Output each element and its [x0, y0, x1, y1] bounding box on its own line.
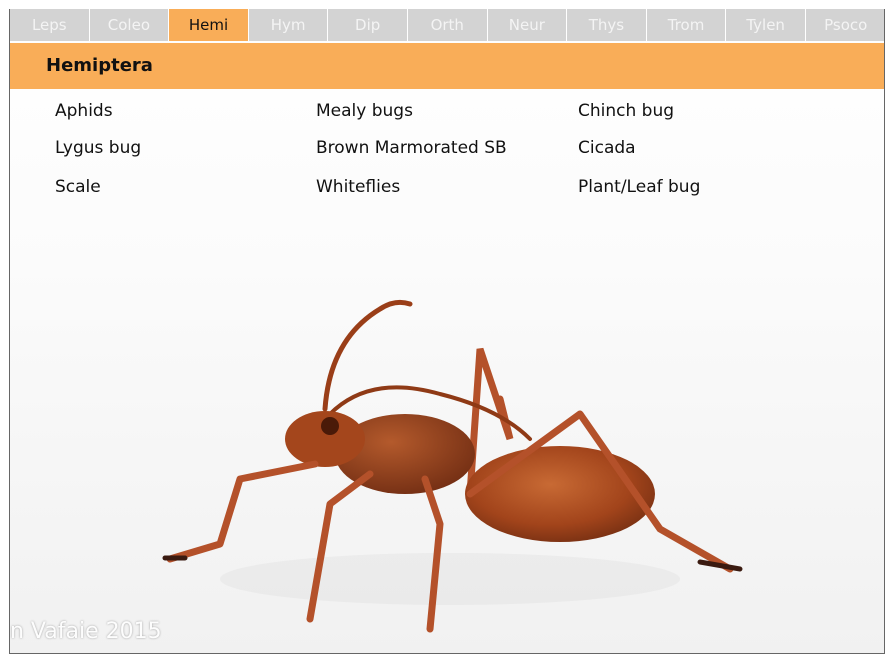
- tab-hym[interactable]: Hym: [249, 9, 329, 41]
- tab-leps[interactable]: Leps: [10, 9, 90, 41]
- link-cicada[interactable]: Cicada: [578, 138, 636, 158]
- tab-neur[interactable]: Neur: [488, 9, 568, 41]
- link-brown-marmorated-sb[interactable]: Brown Marmorated SB: [316, 138, 507, 158]
- section-header: Hemiptera: [10, 43, 884, 89]
- tab-trom[interactable]: Trom: [647, 9, 727, 41]
- tab-bar: Leps Coleo Hemi Hym Dip Orth Neur Thys T…: [10, 9, 884, 41]
- tab-tylen[interactable]: Tylen: [726, 9, 806, 41]
- link-aphids[interactable]: Aphids: [55, 101, 113, 121]
- link-mealy-bugs[interactable]: Mealy bugs: [316, 101, 413, 121]
- tab-hemi[interactable]: Hemi: [169, 9, 249, 41]
- tab-coleo[interactable]: Coleo: [90, 9, 170, 41]
- app-frame: Leps Coleo Hemi Hym Dip Orth Neur Thys T…: [9, 9, 885, 654]
- link-scale[interactable]: Scale: [55, 177, 101, 197]
- link-plant-leaf-bug[interactable]: Plant/Leaf bug: [578, 177, 700, 197]
- link-whiteflies[interactable]: Whiteflies: [316, 177, 400, 197]
- page-title: Hemiptera: [46, 55, 153, 76]
- tab-thys[interactable]: Thys: [567, 9, 647, 41]
- link-chinch-bug[interactable]: Chinch bug: [578, 101, 674, 121]
- link-lygus-bug[interactable]: Lygus bug: [55, 138, 141, 158]
- tab-dip[interactable]: Dip: [328, 9, 408, 41]
- photo-credit-watermark: n Vafaie 2015: [10, 619, 162, 644]
- assassin-bug-photo: [162, 299, 743, 633]
- tab-orth[interactable]: Orth: [408, 9, 488, 41]
- tab-psoco[interactable]: Psoco: [806, 9, 884, 41]
